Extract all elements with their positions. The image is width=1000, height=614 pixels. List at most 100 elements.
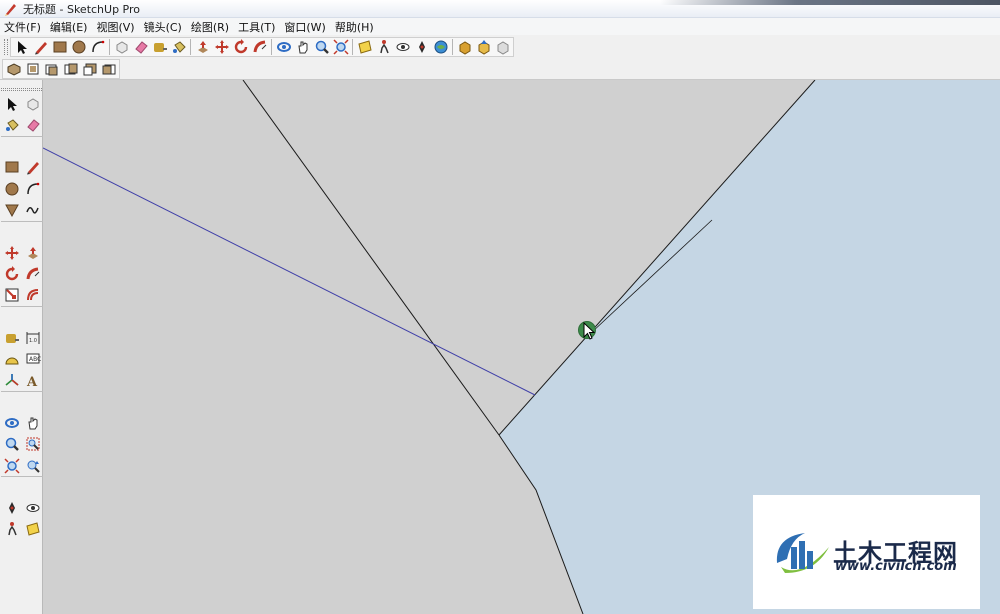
- toolbar-separator: [352, 39, 353, 55]
- push-pull-icon: [27, 246, 38, 259]
- geo-location-tool-button[interactable]: [431, 38, 450, 57]
- offset-tool-button[interactable]: [22, 285, 43, 306]
- zoom-window-tool-button[interactable]: [22, 434, 43, 455]
- push-pull-icon: [197, 41, 208, 53]
- walk-tool-button[interactable]: [374, 38, 393, 57]
- make-component-tool-button[interactable]: [22, 93, 43, 114]
- toolbar-grip[interactable]: [4, 39, 8, 55]
- top-view-tool-button[interactable]: [23, 59, 42, 78]
- polygon-tool-button[interactable]: [1, 199, 22, 220]
- follow-me-tool-button[interactable]: [22, 263, 43, 284]
- menu-item-6[interactable]: 窗口(W): [284, 19, 325, 35]
- section-plane-tool-button[interactable]: [22, 519, 43, 540]
- front-view-tool-button[interactable]: [42, 59, 61, 78]
- toolbar-separator: [109, 39, 110, 55]
- extension-warehouse-icon: [497, 41, 508, 55]
- orbit-tool-button[interactable]: [1, 412, 22, 433]
- follow-me-tool-button[interactable]: [250, 38, 269, 57]
- eraser-tool-button[interactable]: [131, 38, 150, 57]
- menu-item-7[interactable]: 帮助(H): [335, 19, 374, 35]
- position-camera-tool-button[interactable]: [1, 498, 22, 519]
- tape-measure-tool-button[interactable]: [150, 38, 169, 57]
- eraser-tool-button[interactable]: [22, 114, 43, 135]
- svg-text:A: A: [26, 375, 38, 388]
- walk-tool-button[interactable]: [1, 519, 22, 540]
- arc-tool-button[interactable]: [22, 178, 43, 199]
- tape-measure-tool-button[interactable]: [1, 327, 22, 348]
- eraser-icon: [26, 119, 40, 132]
- push-pull-tool-button[interactable]: [22, 242, 43, 263]
- look-around-icon: [396, 43, 409, 51]
- menu-item-1[interactable]: 编辑(E): [50, 19, 88, 35]
- 3d-warehouse-share-tool-button[interactable]: [474, 38, 493, 57]
- make-component-icon: [116, 41, 127, 54]
- arc-tool-button[interactable]: [88, 38, 107, 57]
- rectangle-tool-button[interactable]: [50, 38, 69, 57]
- rotate-icon: [5, 265, 18, 281]
- menu-item-4[interactable]: 绘图(R): [191, 19, 229, 35]
- extension-warehouse-tool-button[interactable]: [493, 38, 512, 57]
- toolbar-separator: [1, 220, 43, 222]
- pencil-tool-button[interactable]: [22, 157, 43, 178]
- select-tool-button[interactable]: [1, 93, 22, 114]
- zoom-tool-button[interactable]: [312, 38, 331, 57]
- arc-icon: [91, 40, 104, 53]
- look-around-tool-button[interactable]: [22, 498, 43, 519]
- scale-tool-button[interactable]: [1, 285, 22, 306]
- toolbar-separator: [1, 476, 43, 478]
- eraser-icon: [134, 41, 148, 54]
- section-plane-tool-button[interactable]: [355, 38, 374, 57]
- push-pull-tool-button[interactable]: [193, 38, 212, 57]
- zoom-extents-tool-button[interactable]: [1, 455, 22, 476]
- menu-item-5[interactable]: 工具(T): [238, 19, 275, 35]
- zoom-extents-tool-button[interactable]: [331, 38, 350, 57]
- toolbar-separator: [1, 391, 43, 393]
- pencil-icon: [34, 42, 47, 55]
- move-tool-button[interactable]: [1, 242, 22, 263]
- menu-bar: 文件(F) 编辑(E) 视图(V) 镜头(C) 绘图(R) 工具(T) 窗口(W) 帮助(H): [0, 18, 1000, 35]
- text-tool-button[interactable]: ABC: [22, 349, 43, 370]
- menu-item-0[interactable]: 文件(F): [4, 19, 41, 35]
- pan-tool-button[interactable]: [293, 38, 312, 57]
- circle-tool-button[interactable]: [69, 38, 88, 57]
- front-view-icon: [45, 64, 57, 75]
- dimension-tool-button[interactable]: 1.0: [22, 327, 43, 348]
- menu-item-2[interactable]: 视图(V): [96, 19, 134, 35]
- move-tool-button[interactable]: [212, 38, 231, 57]
- paint-bucket-tool-button[interactable]: [1, 114, 22, 135]
- site-watermark: 土木工程网 www.civilcn.com: [753, 495, 980, 609]
- toolbar-grip[interactable]: [1, 88, 42, 91]
- right-view-tool-button[interactable]: [61, 59, 80, 78]
- rectangle-tool-button[interactable]: [1, 157, 22, 178]
- rectangle-icon: [5, 161, 18, 173]
- tape-measure-icon: [153, 43, 167, 52]
- left-view-tool-button[interactable]: [99, 59, 118, 78]
- pencil-tool-button[interactable]: [31, 38, 50, 57]
- freehand-tool-button[interactable]: [22, 199, 43, 220]
- 3d-warehouse-get-tool-button[interactable]: [455, 38, 474, 57]
- select-tool-button[interactable]: [12, 38, 31, 57]
- look-around-tool-button[interactable]: [393, 38, 412, 57]
- menu-item-3[interactable]: 镜头(C): [144, 19, 182, 35]
- orbit-tool-button[interactable]: [274, 38, 293, 57]
- left-view-icon: [102, 64, 115, 74]
- protractor-tool-button[interactable]: [1, 349, 22, 370]
- axes-tool-button[interactable]: [1, 370, 22, 391]
- paint-bucket-tool-button[interactable]: [169, 38, 188, 57]
- position-camera-tool-button[interactable]: [412, 38, 431, 57]
- watermark-logo: [776, 533, 829, 573]
- previous-view-tool-button[interactable]: [22, 455, 43, 476]
- rotate-tool-button[interactable]: [231, 38, 250, 57]
- iso-view-tool-button[interactable]: [4, 59, 23, 78]
- sketchup-app-icon[interactable]: [4, 2, 18, 16]
- circle-icon: [5, 182, 18, 196]
- make-component-tool-button[interactable]: [112, 38, 131, 57]
- 3d-text-tool-button[interactable]: A: [22, 370, 43, 391]
- zoom-tool-button[interactable]: [1, 434, 22, 455]
- rotate-tool-button[interactable]: [1, 263, 22, 284]
- back-view-tool-button[interactable]: [80, 59, 99, 78]
- orbit-icon: [276, 42, 291, 52]
- select-icon: [17, 41, 27, 54]
- pan-tool-button[interactable]: [22, 412, 43, 433]
- circle-tool-button[interactable]: [1, 178, 22, 199]
